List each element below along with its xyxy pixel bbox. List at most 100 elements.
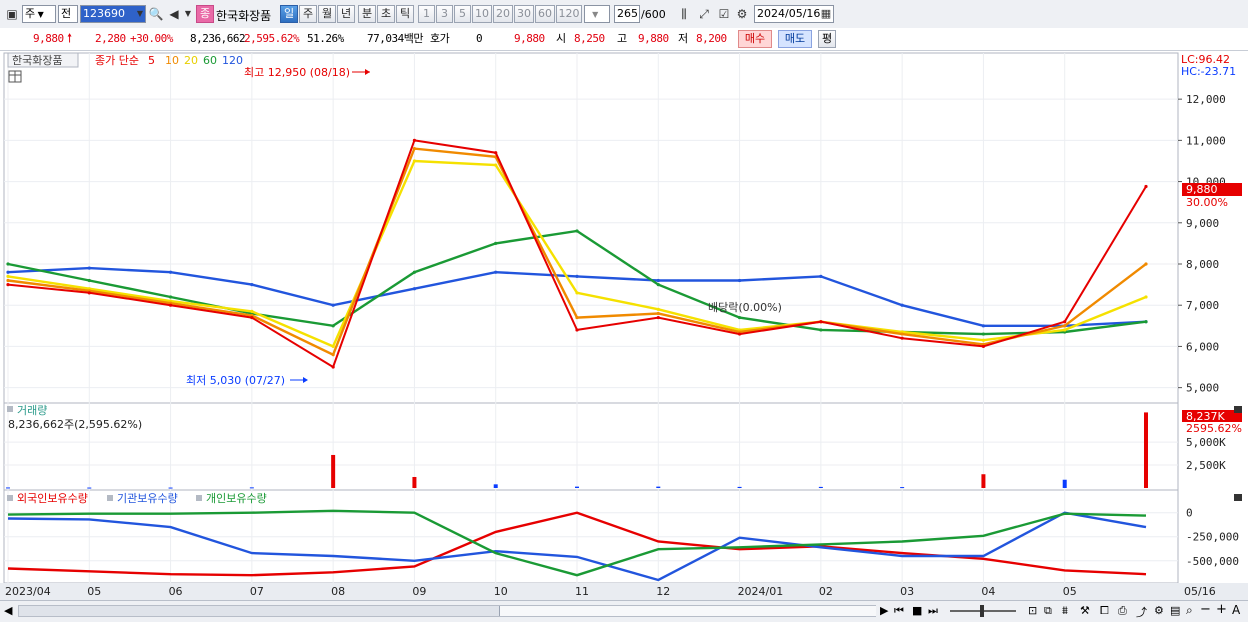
- ma-point-5: [819, 320, 823, 324]
- ma-point-120: [494, 270, 498, 274]
- rewind-icon[interactable]: ⏮: [894, 604, 904, 618]
- volume-bar: [1062, 479, 1067, 488]
- legend-individual-handle[interactable]: [196, 495, 202, 501]
- ma-point-120: [412, 287, 417, 291]
- horizontal-scrollbar[interactable]: [18, 605, 876, 617]
- ma-point-5: [250, 315, 254, 320]
- ma-point-120: [575, 274, 579, 278]
- ma-point-20: [575, 291, 579, 295]
- chart-window-icon[interactable]: ▣: [4, 5, 20, 23]
- ma-point-20: [6, 274, 10, 278]
- gear-icon[interactable]: ⚙: [734, 5, 750, 23]
- period-day-button[interactable]: 일: [280, 5, 298, 23]
- interval-30-button[interactable]: 30: [514, 5, 534, 23]
- font-size-icon[interactable]: A: [1232, 603, 1240, 617]
- period-week-button[interactable]: 주: [299, 5, 317, 23]
- ma-point-120: [981, 324, 986, 328]
- interval-5-button[interactable]: 5: [454, 5, 471, 23]
- layout-icon[interactable]: ⊡: [1028, 604, 1037, 617]
- holdings-panel-close-icon[interactable]: [1234, 494, 1242, 501]
- x-axis-label: 02: [819, 585, 833, 598]
- holdings-y-tick-label: -250,000: [1186, 531, 1239, 544]
- x-axis-label: 04: [981, 585, 995, 598]
- turnover-pct: 51.26%: [307, 32, 344, 45]
- hoga-label: 호가: [430, 32, 450, 45]
- chevron-down-icon: ▼: [587, 10, 599, 19]
- volume-bar: [249, 487, 254, 489]
- interval-120-button[interactable]: 120: [556, 5, 582, 23]
- sell-button[interactable]: 매도: [778, 30, 812, 48]
- ma-legend-10: 10: [165, 54, 179, 67]
- ma-point-60: [494, 241, 498, 245]
- holdings-panel-handle[interactable]: [7, 495, 13, 501]
- volume-panel-handle[interactable]: [7, 406, 13, 412]
- scrollbar-thumb[interactable]: [499, 606, 876, 616]
- high-annotation: 최고 12,950 (08/18): [244, 66, 350, 79]
- x-axis-label: 06: [169, 585, 183, 598]
- tools-icon[interactable]: ⚒: [1080, 604, 1090, 617]
- period-minute-button[interactable]: 분: [358, 5, 376, 23]
- count-input[interactable]: 265: [614, 5, 640, 23]
- calendar-icon[interactable]: ▦: [818, 5, 834, 23]
- candle-icon[interactable]: ⫼: [676, 5, 692, 23]
- ma-point-60: [87, 278, 91, 283]
- volume-bar: [656, 486, 661, 488]
- ma-point-120: [168, 270, 173, 274]
- period-tick-button[interactable]: 틱: [396, 5, 414, 23]
- ma-point-10: [1144, 262, 1148, 266]
- legend-institution-handle[interactable]: [107, 495, 113, 501]
- bid-value: 9,880: [514, 32, 545, 45]
- settings-icon[interactable]: ⚙: [1154, 604, 1164, 617]
- interval-60-button[interactable]: 60: [535, 5, 555, 23]
- interval-dropdown[interactable]: ▼: [584, 5, 610, 23]
- type-select[interactable]: 주 ▼: [22, 5, 56, 23]
- zoom-slider-handle[interactable]: [980, 605, 984, 617]
- legend-institution: 기관보유수량: [117, 492, 178, 505]
- image-icon[interactable]: ▤: [1170, 604, 1180, 617]
- ma-point-120: [900, 303, 904, 307]
- prev-button[interactable]: 전: [58, 5, 78, 23]
- zoom-out-icon[interactable]: −: [1200, 602, 1211, 617]
- period-second-button[interactable]: 초: [377, 5, 395, 23]
- volume-panel-close-icon[interactable]: [1234, 406, 1242, 413]
- up-arrow-icon: 🠕: [67, 31, 72, 45]
- ma-point-5: [981, 344, 986, 349]
- save-icon[interactable]: ⧠: [1100, 604, 1109, 618]
- print-icon[interactable]: ⎙: [1118, 604, 1127, 618]
- scroll-left-icon[interactable]: ◀: [4, 604, 12, 617]
- interval-20-button[interactable]: 20: [493, 5, 513, 23]
- period-month-button[interactable]: 월: [318, 5, 336, 23]
- checklist-icon[interactable]: ☑: [716, 5, 732, 23]
- search-icon[interactable]: 🔍: [148, 5, 164, 23]
- ma-point-120: [87, 266, 91, 270]
- interval-10-button[interactable]: 10: [472, 5, 492, 23]
- x-axis-label: 05: [87, 585, 101, 598]
- draw-tool-icon[interactable]: ⤢: [696, 5, 712, 23]
- export-icon[interactable]: ⤴: [1136, 604, 1147, 620]
- period-year-button[interactable]: 년: [337, 5, 355, 23]
- volume-bar: [737, 486, 742, 488]
- ma-point-20: [1063, 328, 1067, 332]
- interval-1-button[interactable]: 1: [418, 5, 435, 23]
- ma-point-5: [168, 303, 173, 307]
- compare-icon[interactable]: ⩩: [1062, 604, 1068, 618]
- ma-point-60: [819, 328, 823, 332]
- ma-point-120: [819, 274, 823, 278]
- scroll-right-icon[interactable]: ▶: [880, 604, 888, 617]
- forward-icon[interactable]: ⏭: [928, 604, 938, 618]
- chevron-down-icon[interactable]: ▼: [132, 5, 148, 23]
- chart-toolbar: ▣ 주 ▼ 전 123690 ▼ 🔍 ◀ ▼ 종 한국화장품 일 주 월 년 분…: [0, 0, 1248, 29]
- low-annotation: 최저 5,030 (07/27): [186, 374, 285, 387]
- zoom-search-icon[interactable]: ⌕: [1186, 603, 1193, 618]
- x-axis-label: 10: [494, 585, 508, 598]
- zoom-in-icon[interactable]: +: [1216, 602, 1227, 617]
- stock-chart[interactable]: 12,00011,00010,0009,0008,0007,0006,0005,…: [0, 51, 1248, 600]
- interval-3-button[interactable]: 3: [436, 5, 453, 23]
- ma-point-20: [656, 307, 660, 311]
- ma-point-5: [900, 336, 904, 340]
- buy-button[interactable]: 매수: [738, 30, 772, 48]
- speaker-dropdown-icon[interactable]: ▼: [180, 5, 196, 23]
- copy-icon[interactable]: ⧉: [1044, 604, 1052, 618]
- stop-icon[interactable]: ■: [912, 604, 922, 617]
- settle-button[interactable]: 평: [818, 30, 836, 48]
